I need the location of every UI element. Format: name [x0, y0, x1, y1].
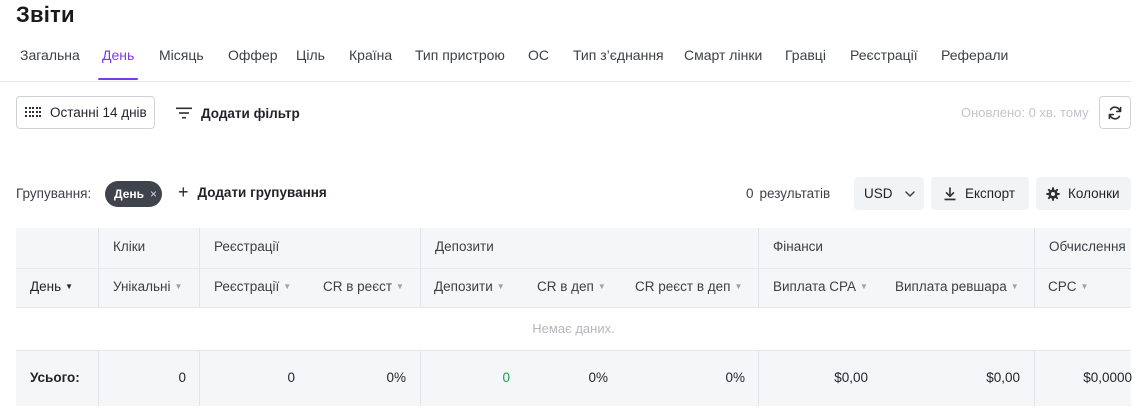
column-header-day[interactable]: День ▼: [30, 279, 73, 294]
total-cr-registration: 0%: [386, 370, 406, 385]
results-label: результатів: [759, 186, 831, 201]
columns-button[interactable]: Колонки: [1036, 177, 1131, 210]
report-tabs: Загальна День Місяць Оффер Ціль Країна Т…: [0, 40, 1131, 82]
column-header-cpa-payout[interactable]: Виплата CPA ▼: [773, 279, 868, 294]
total-registrations: 0: [287, 370, 295, 385]
tab-device-type[interactable]: Тип пристрою: [415, 47, 505, 63]
total-revshare-payout: $0,00: [986, 370, 1020, 385]
total-cr-deposit: 0%: [588, 370, 608, 385]
sort-caret-icon: ▼: [1080, 282, 1089, 291]
grouping-chip-label: День: [114, 187, 144, 201]
group-header-registrations: Реєстрації: [214, 239, 280, 254]
tab-os[interactable]: ОС: [528, 47, 549, 63]
group-header-deposits: Депозити: [435, 239, 494, 254]
total-cr-reg-to-deposit: 0%: [725, 370, 745, 385]
close-icon[interactable]: ×: [150, 187, 157, 201]
grouping-chip-day[interactable]: День ×: [105, 181, 162, 207]
refresh-button[interactable]: [1099, 96, 1131, 129]
column-header-cr-deposit[interactable]: CR в деп ▼: [537, 279, 606, 294]
sort-caret-icon: ▼: [396, 282, 404, 291]
gear-icon: [1046, 186, 1060, 201]
columns-label: Колонки: [1068, 186, 1120, 201]
column-header-registrations[interactable]: Реєстрації ▼: [214, 279, 291, 294]
export-button[interactable]: Експорт: [931, 177, 1029, 210]
empty-state-text: Немає даних.: [532, 321, 615, 336]
column-header-deposits[interactable]: Депозити ▼: [434, 279, 505, 294]
tab-offer[interactable]: Оффер: [228, 47, 278, 63]
chevron-down-icon: [904, 190, 915, 197]
grid-calendar-icon: [25, 106, 41, 119]
currency-value: USD: [864, 186, 893, 201]
export-label: Експорт: [965, 186, 1016, 201]
total-cpc: $0,0000: [1083, 370, 1132, 385]
tab-registrations[interactable]: Реєстрації: [850, 47, 918, 63]
date-range-button[interactable]: Останні 14 днів: [16, 96, 155, 129]
sort-caret-icon: ▼: [283, 282, 292, 291]
currency-select[interactable]: USD: [854, 177, 924, 210]
tab-country[interactable]: Країна: [349, 47, 392, 63]
report-table: Кліки Реєстрації Депозити Фінанси Обчисл…: [16, 228, 1132, 406]
results-number: 0: [746, 186, 754, 201]
tab-day[interactable]: День: [102, 47, 134, 63]
tab-goal[interactable]: Ціль: [296, 47, 325, 63]
column-header-cr-reg-to-deposit[interactable]: CR реєст в деп ▼: [635, 279, 742, 294]
total-cpa-payout: $0,00: [834, 370, 868, 385]
tab-month[interactable]: Місяць: [159, 47, 204, 63]
grouping-label: Групування:: [16, 186, 92, 201]
plus-icon: +: [178, 182, 189, 202]
sort-caret-icon: ▼: [734, 282, 743, 291]
sort-caret-icon: ▼: [174, 282, 183, 291]
sort-caret-icon: ▼: [496, 282, 505, 291]
page-title: Звіти: [16, 2, 75, 27]
last-updated-text: Оновлено: 0 хв. тому: [961, 105, 1089, 120]
column-header-cr-registration[interactable]: CR в реєст ▼: [323, 279, 404, 294]
total-deposits: 0: [502, 370, 510, 385]
column-header-revshare-payout[interactable]: Виплата ревшара ▼: [895, 279, 1019, 294]
tab-connection-type[interactable]: Тип з’єднання: [573, 47, 664, 63]
sort-caret-icon: ▼: [65, 282, 74, 291]
column-header-cpc[interactable]: CPC ▼: [1048, 279, 1088, 294]
download-icon: [944, 186, 956, 200]
table-group-header-row: [16, 228, 1131, 268]
active-tab-indicator: [98, 78, 138, 80]
group-header-calculations: Обчислення: [1049, 239, 1126, 254]
tab-general[interactable]: Загальна: [20, 47, 80, 63]
add-filter-label: Додати фільтр: [201, 105, 300, 121]
add-filter-button[interactable]: Додати фільтр: [176, 98, 300, 128]
tab-referrals[interactable]: Реферали: [941, 47, 1008, 63]
add-grouping-label: Додати групування: [197, 184, 327, 200]
sort-caret-icon: ▼: [1010, 282, 1019, 291]
column-header-unique[interactable]: Унікальні ▼: [113, 279, 182, 294]
group-header-finance: Фінанси: [773, 239, 823, 254]
total-unique: 0: [178, 370, 186, 385]
tab-players[interactable]: Гравці: [785, 47, 826, 63]
sort-caret-icon: ▼: [597, 282, 606, 291]
refresh-icon: [1108, 105, 1122, 120]
totals-label: Усього:: [30, 370, 80, 385]
group-header-clicks: Кліки: [113, 239, 146, 254]
results-count: 0 результатів: [746, 186, 830, 201]
add-grouping-button[interactable]: + Додати групування: [178, 182, 327, 202]
sort-caret-icon: ▼: [860, 282, 868, 291]
date-range-label: Останні 14 днів: [50, 105, 147, 120]
filter-lines-icon: [176, 107, 192, 119]
tab-smart-links[interactable]: Смарт лінки: [684, 47, 762, 63]
